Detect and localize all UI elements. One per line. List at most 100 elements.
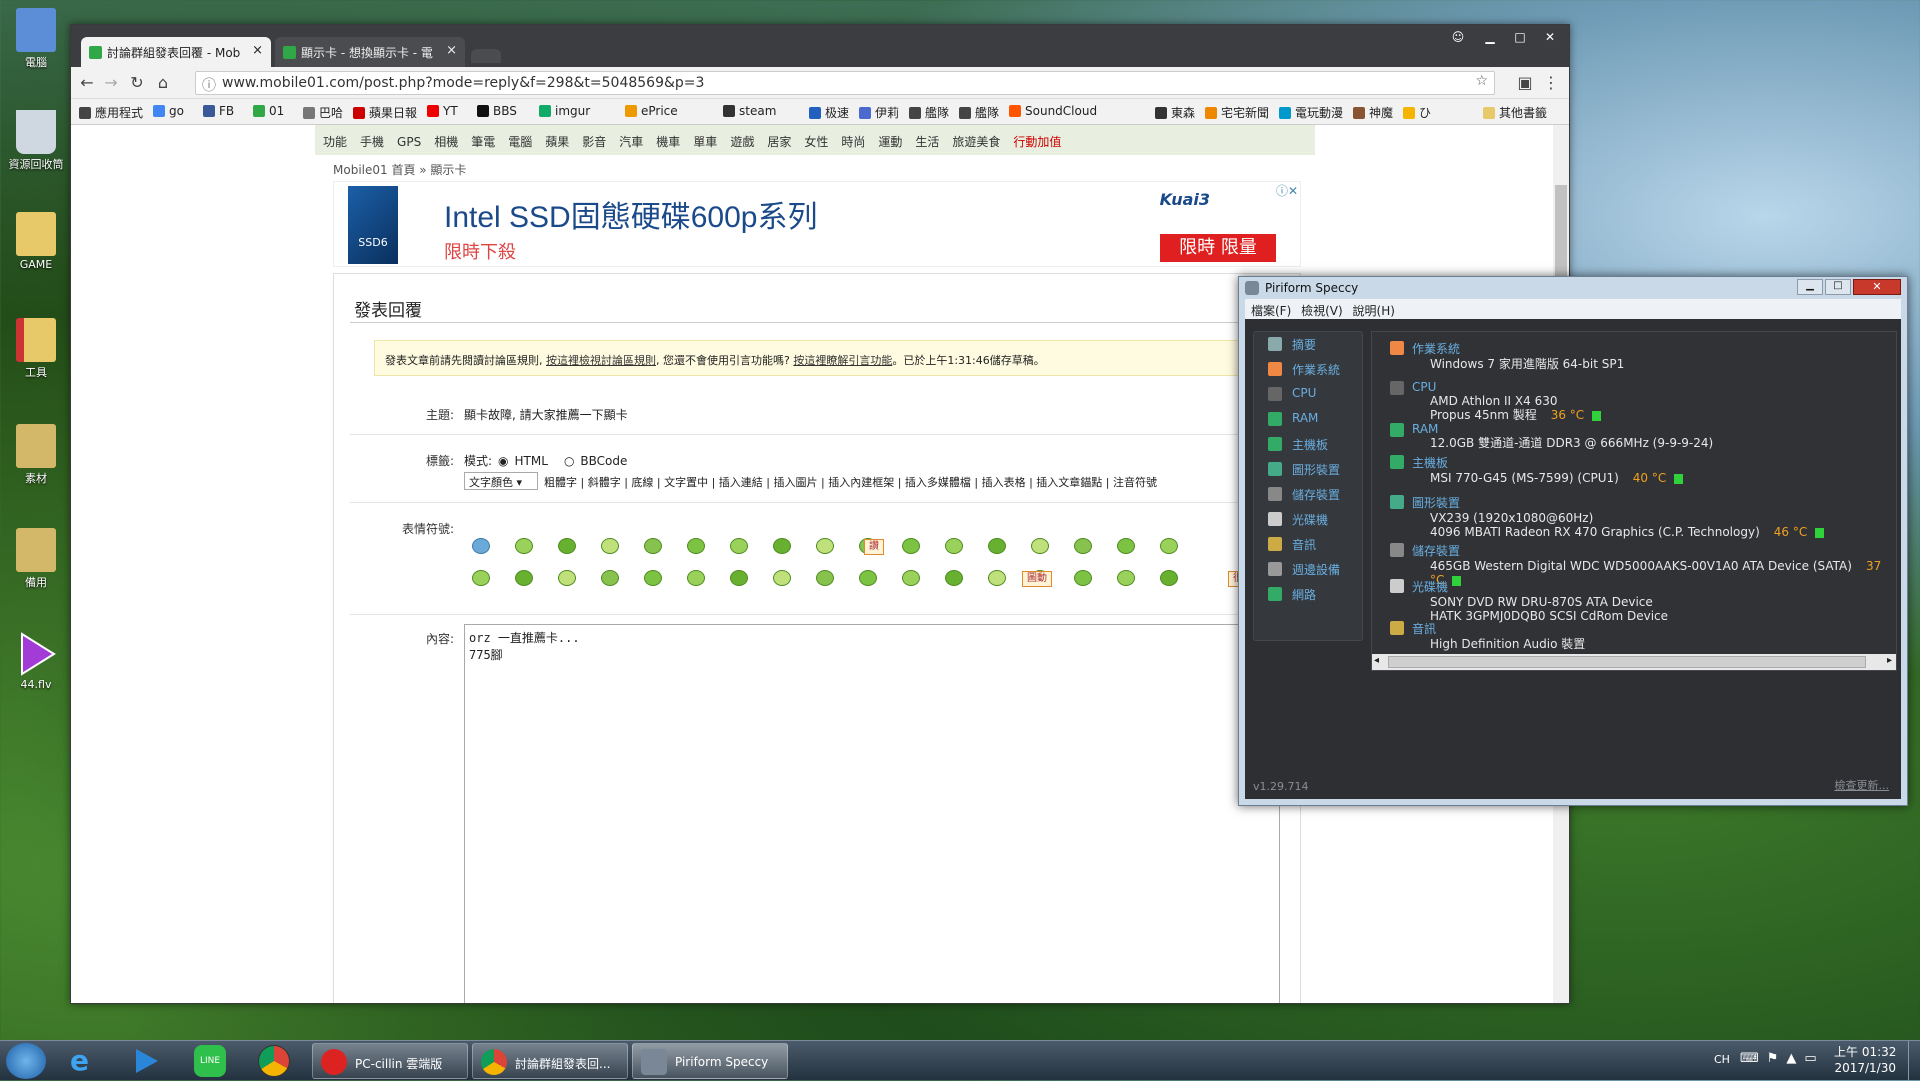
breadcrumb[interactable]: Mobile01 首頁 » 顯示卡 bbox=[333, 161, 466, 178]
site-nav-item[interactable]: 行動加值 bbox=[1013, 135, 1061, 149]
emoji-icon[interactable] bbox=[1074, 570, 1092, 586]
site-nav-item[interactable]: 居家 bbox=[767, 135, 791, 149]
address-bar[interactable]: ⓘ www.mobile01.com/post.php?mode=reply&f=… bbox=[195, 71, 1495, 95]
back-icon[interactable]: ← bbox=[77, 73, 97, 93]
desktop-icon-flv[interactable]: 44.flv bbox=[8, 632, 64, 691]
tab-reply[interactable]: 討論群組發表回覆 - Mob × bbox=[81, 37, 271, 67]
emoji-icon[interactable] bbox=[773, 570, 791, 586]
section-heading[interactable]: 光碟機 bbox=[1412, 578, 1668, 595]
bbcode-radio[interactable]: ○ bbox=[564, 454, 574, 468]
emoji-icon[interactable] bbox=[988, 538, 1006, 554]
site-nav-item[interactable]: 筆電 bbox=[471, 135, 495, 149]
taskbar-item-chrome[interactable]: 討論群組發表回... bbox=[472, 1043, 628, 1079]
horizontal-scrollbar[interactable]: ◂ ▸ bbox=[1372, 654, 1896, 670]
chrome-icon[interactable] bbox=[258, 1045, 290, 1077]
forward-icon[interactable]: → bbox=[101, 73, 121, 93]
emoji-icon[interactable] bbox=[859, 570, 877, 586]
emoji-icon[interactable] bbox=[902, 538, 920, 554]
extension-icon[interactable]: ▣ bbox=[1515, 73, 1535, 93]
bookmark-item[interactable]: 蘋果日報 bbox=[353, 104, 417, 121]
bookmark-item[interactable]: 艦隊 bbox=[909, 104, 949, 121]
bookmark-item[interactable]: 宅宅新聞 bbox=[1205, 104, 1269, 121]
section-heading[interactable]: RAM bbox=[1412, 422, 1713, 436]
emoji-icon[interactable] bbox=[1160, 570, 1178, 586]
desktop-icon-backup[interactable]: 備用 bbox=[8, 528, 64, 590]
emoji-icon[interactable] bbox=[1117, 570, 1135, 586]
menu-view[interactable]: 檢視(V) bbox=[1301, 304, 1343, 318]
emoji-icon[interactable] bbox=[644, 570, 662, 586]
site-nav-item[interactable]: 手機 bbox=[360, 135, 384, 149]
emoji-icon[interactable] bbox=[515, 538, 533, 554]
sidebar-item-peripherals[interactable]: 週邊設備 bbox=[1254, 557, 1362, 582]
start-button[interactable] bbox=[6, 1043, 46, 1079]
emoji-icon[interactable] bbox=[558, 570, 576, 586]
close-tab-icon[interactable]: × bbox=[252, 43, 263, 58]
desktop-icon-game[interactable]: GAME bbox=[8, 212, 64, 271]
emoji-icon[interactable] bbox=[472, 570, 490, 586]
emoji-icon[interactable] bbox=[1117, 538, 1135, 554]
minimize-button[interactable]: ▁ bbox=[1797, 279, 1823, 295]
emoji-icon[interactable] bbox=[945, 538, 963, 554]
site-nav-item[interactable]: 蘋果 bbox=[545, 135, 569, 149]
desktop-icon-recycle-bin[interactable]: 資源回收筒 bbox=[8, 110, 64, 172]
ad-banner[interactable]: SSD6 Intel SSD固態硬碟600p系列 限時下殺 Kuai3 限時 限… bbox=[333, 181, 1301, 267]
sidebar-item-graphics[interactable]: 圖形裝置 bbox=[1254, 457, 1362, 482]
menu-icon[interactable]: ⋮ bbox=[1541, 73, 1561, 93]
section-heading[interactable]: 音訊 bbox=[1412, 620, 1585, 637]
format-toolbar[interactable]: 粗體字 | 斜體字 | 底線 | 文字置中 | 插入連結 | 插入圖片 | 插入… bbox=[544, 474, 1157, 490]
new-tab-button[interactable] bbox=[471, 49, 501, 63]
site-nav-item[interactable]: 汽車 bbox=[619, 135, 643, 149]
site-nav-item[interactable]: 女性 bbox=[804, 135, 828, 149]
emoji-icon[interactable] bbox=[644, 538, 662, 554]
section-heading[interactable]: CPU bbox=[1412, 380, 1601, 394]
sidebar-item-motherboard[interactable]: 主機板 bbox=[1254, 432, 1362, 457]
bookmark-item[interactable]: 神魔 bbox=[1353, 104, 1393, 121]
text-color-select[interactable]: 文字顏色 ▾ bbox=[464, 472, 538, 490]
bookmark-item[interactable]: FB bbox=[203, 104, 234, 118]
emoji-icon[interactable] bbox=[472, 538, 490, 554]
clock[interactable]: 上午 01:32 2017/1/30 bbox=[1834, 1044, 1896, 1076]
home-icon[interactable]: ⌂ bbox=[153, 73, 173, 93]
site-nav-item[interactable]: 旅遊美食 bbox=[952, 135, 1000, 149]
desktop-icon-tools[interactable]: 工具 bbox=[8, 318, 64, 380]
sidebar-item-os[interactable]: 作業系統 bbox=[1254, 357, 1362, 382]
section-heading[interactable]: 作業系統 bbox=[1412, 340, 1624, 357]
emoji-icon[interactable] bbox=[816, 570, 834, 586]
close-window-button[interactable]: ✕ bbox=[1853, 279, 1901, 295]
site-nav-item[interactable]: 遊戲 bbox=[730, 135, 754, 149]
media-player-icon[interactable] bbox=[130, 1045, 162, 1077]
quote-help-link[interactable]: 按這裡瞭解引言功能 bbox=[793, 354, 892, 367]
bookmark-item[interactable]: 01 bbox=[253, 104, 284, 118]
site-nav-item[interactable]: 功能 bbox=[323, 135, 347, 149]
html-radio[interactable]: ◉ bbox=[498, 454, 508, 468]
bookmark-item[interactable]: 艦隊 bbox=[959, 104, 999, 121]
sidebar-item-optical[interactable]: 光碟機 bbox=[1254, 507, 1362, 532]
emoji-icon[interactable] bbox=[1031, 538, 1049, 554]
scroll-right-icon[interactable]: ▸ bbox=[1887, 655, 1892, 666]
bookmark-item[interactable]: go bbox=[153, 104, 184, 118]
section-heading[interactable]: 儲存裝置 bbox=[1412, 542, 1896, 559]
bookmark-item[interactable]: 其他書籤 bbox=[1483, 104, 1547, 121]
desktop-icon-computer[interactable]: 電腦 bbox=[8, 8, 64, 70]
scrollbar-thumb[interactable] bbox=[1388, 656, 1866, 668]
rules-link[interactable]: 按這裡檢視討論區規則 bbox=[546, 354, 656, 367]
bookmark-item[interactable]: ひ bbox=[1403, 104, 1431, 121]
site-nav-item[interactable]: 影音 bbox=[582, 135, 606, 149]
site-nav-item[interactable]: GPS bbox=[397, 135, 421, 149]
ad-close-icon[interactable]: ⓘ✕ bbox=[1276, 182, 1298, 199]
sidebar-item-cpu[interactable]: CPU bbox=[1254, 382, 1362, 407]
bookmark-item[interactable]: 巴哈 bbox=[303, 104, 343, 121]
site-nav-item[interactable]: 相機 bbox=[434, 135, 458, 149]
emoji-text-tag[interactable]: 讚 bbox=[864, 539, 884, 555]
content-textarea[interactable]: orz 一直推薦卡... 775腳 bbox=[464, 624, 1280, 1003]
bookmark-item[interactable]: ePrice bbox=[625, 104, 678, 118]
menu-file[interactable]: 檔案(F) bbox=[1251, 304, 1291, 318]
site-nav-item[interactable]: 時尚 bbox=[841, 135, 865, 149]
emoji-icon[interactable] bbox=[515, 570, 533, 586]
bookmark-item[interactable]: imgur bbox=[539, 104, 590, 118]
check-update-link[interactable]: 檢查更新... bbox=[1835, 777, 1890, 793]
close-window-button[interactable]: ✕ bbox=[1535, 27, 1565, 47]
sidebar-item-network[interactable]: 網路 bbox=[1254, 582, 1362, 607]
maximize-button[interactable]: □ bbox=[1505, 27, 1535, 47]
site-nav-item[interactable]: 單車 bbox=[693, 135, 717, 149]
